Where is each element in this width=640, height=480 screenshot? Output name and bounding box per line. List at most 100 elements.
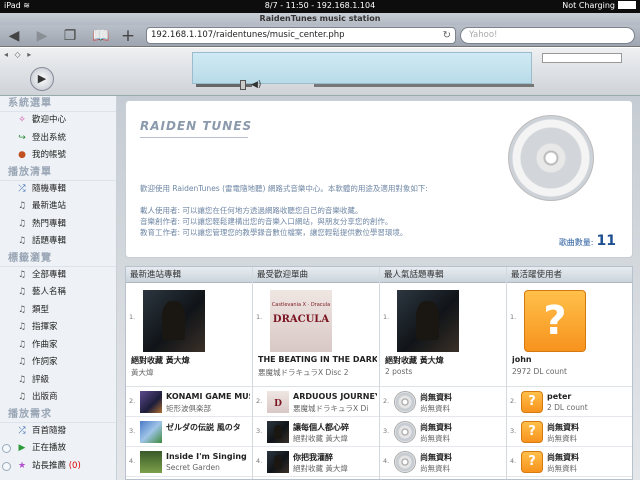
rank-number: 3. — [383, 427, 390, 435]
item-subtitle: 悪魔城ドラキュラX Di — [293, 404, 369, 413]
album-cover[interactable]: Castlevania X · Dracula DRACULA — [270, 290, 332, 352]
user-roles: 載人使用者: 可以讓您在任何地方透過網路收聽您自己的音樂收藏。 音樂創作者: 可… — [140, 205, 480, 238]
raidentunes-logo: RAIDEN TUNES — [140, 119, 253, 133]
sidebar-item[interactable]: ♫ 藝人名稱 — [0, 284, 116, 302]
sidebar-item[interactable]: ♫ 出版商 — [0, 389, 116, 407]
sidebar-item[interactable]: ♫ 指揮家 — [0, 319, 116, 337]
list-item[interactable]: 4. 尚無資料 尚無資料 — [380, 447, 506, 477]
sidebar-heading: 播放需求 — [0, 407, 116, 423]
sidebar-item[interactable]: ↪ 登出系統 — [0, 130, 116, 148]
sidebar-item-count: (0) — [66, 460, 81, 471]
list-item[interactable]: 4.? 尚無資料 尚無資料 — [507, 447, 632, 477]
album-cover[interactable]: D — [267, 391, 289, 413]
featured-item[interactable]: 1. 絕對收藏 黃大煒 2 posts — [380, 283, 506, 387]
sidebar-item[interactable]: ♫ 評級 — [0, 372, 116, 390]
item-title[interactable]: 尚無資料 — [420, 422, 504, 433]
bookmarks-icon[interactable]: 📖 — [92, 28, 109, 44]
item-title[interactable]: 尚無資料 — [547, 452, 632, 463]
item-title[interactable]: 你把我灌醉 — [293, 452, 377, 463]
expand-icon[interactable] — [2, 461, 11, 471]
sidebar-item[interactable]: ♫ 最新進站 — [0, 198, 116, 216]
rank-number: 3. — [256, 427, 263, 435]
item-title[interactable]: 讓每個人都心碎 — [293, 422, 377, 433]
list-item[interactable]: 3. ゼルダの伝説 風のタ — [126, 417, 252, 447]
sidebar-item[interactable]: ▶ 正在播放 — [0, 440, 116, 458]
player-mini-controls[interactable]: ◂ ◇ ▸ — [4, 50, 33, 59]
volume-icon: ◀) — [251, 80, 262, 90]
sidebar-item[interactable]: ♫ 作詞家 — [0, 354, 116, 372]
user-avatar[interactable]: ? — [521, 421, 543, 443]
list-item[interactable]: 2. D ARDUOUS JOURNEY 悪魔城ドラキュラX Di — [253, 387, 379, 417]
sidebar-item[interactable]: ⤮ 隨機專輯 — [0, 181, 116, 199]
album-cover[interactable] — [267, 421, 289, 443]
featured-item[interactable]: 1. Castlevania X · Dracula DRACULA THE BEAT… — [253, 283, 379, 387]
item-title[interactable]: peter — [547, 392, 632, 401]
item-title[interactable]: 尚無資料 — [420, 392, 504, 403]
player-search-input[interactable] — [542, 53, 622, 63]
list-item[interactable]: 2.? peter 2 DL count — [507, 387, 632, 417]
sidebar-item[interactable]: ✧ 歡迎中心 — [0, 112, 116, 130]
address-bar[interactable]: 192.168.1.107/raidentunes/music_center.p… — [146, 27, 456, 44]
list-item[interactable]: 2. KONAMI GAME MUSI 矩形波俱楽部 — [126, 387, 252, 417]
sidebar-heading: 播放清單 — [0, 165, 116, 181]
featured-item[interactable]: 1. 絕對收藏 黃大煒 黃大煒 — [126, 283, 252, 387]
sidebar-item[interactable]: ♫ 類型 — [0, 302, 116, 320]
user-avatar[interactable]: ? — [524, 290, 586, 352]
search-input[interactable]: Yahoo! — [460, 27, 635, 44]
album-cover[interactable] — [140, 391, 162, 413]
item-title[interactable]: ゼルダの伝説 風のタ — [166, 422, 250, 433]
item-title[interactable]: 尚無資料 — [547, 422, 632, 433]
user-avatar[interactable]: ? — [521, 391, 543, 413]
volume-knob[interactable] — [240, 80, 246, 90]
item-title[interactable]: 絕對收藏 黃大煒 — [385, 355, 504, 366]
rank-number: 3. — [510, 427, 517, 435]
ios-status-bar: iPad ≋ 8/7 - 11:50 - 192.168.1.104 Not C… — [0, 0, 640, 13]
user-avatar[interactable]: ? — [521, 451, 543, 473]
album-cover[interactable] — [140, 451, 162, 473]
sidebar-item[interactable]: ⤮ 百首隨撥 — [0, 423, 116, 441]
item-subtitle: 絕對收藏 黃大煒 — [293, 464, 348, 473]
item-title[interactable]: Inside I'm Singing — [166, 452, 250, 461]
list-item[interactable]: 3. 讓每個人都心碎 絕對收藏 黃大煒 — [253, 417, 379, 447]
progress-slider[interactable] — [314, 84, 534, 87]
browser-page-title: RaidenTunes music station — [0, 13, 640, 25]
item-title[interactable]: ARDUOUS JOURNEY — [293, 392, 377, 401]
song-count-label: 歌曲數量: — [558, 238, 594, 247]
album-cover[interactable] — [397, 290, 459, 352]
help-icon: ✧ — [18, 115, 26, 125]
list-item[interactable]: 3.? 尚無資料 尚無資料 — [507, 417, 632, 447]
list-item[interactable]: 4. Inside I'm Singing Secret Garden — [126, 447, 252, 477]
item-title[interactable]: 尚無資料 — [420, 452, 504, 463]
welcome-panel: RAIDEN TUNES 歡迎使用 RaidenTunes (雷電隨地聽) 網路… — [125, 100, 633, 258]
album-cover[interactable] — [143, 290, 205, 352]
sidebar-item[interactable]: ★ 站長推薦 (0) — [0, 458, 116, 476]
play-button[interactable]: ▶ — [30, 67, 54, 91]
play-icon: ▶ — [18, 443, 26, 453]
item-subtitle: 尚無資料 — [420, 404, 450, 413]
featured-item[interactable]: 1.? john 2972 DL count — [507, 283, 632, 387]
sidebar-item-label: 全部專輯 — [32, 269, 67, 280]
sidebar-item[interactable]: ♫ 全部專輯 — [0, 267, 116, 285]
back-icon[interactable]: ◀ — [6, 28, 22, 44]
list-item[interactable]: 3. 尚無資料 尚無資料 — [380, 417, 506, 447]
add-bookmark-icon[interactable]: + — [120, 28, 136, 45]
album-cover[interactable] — [267, 451, 289, 473]
list-item[interactable]: 4. 你把我灌醉 絕對收藏 黃大煒 — [253, 447, 379, 477]
expand-icon[interactable] — [2, 444, 11, 453]
forward-icon[interactable]: ▶ — [34, 28, 50, 44]
tabs-icon[interactable]: ❐ — [62, 28, 78, 44]
item-title[interactable]: 絕對收藏 黃大煒 — [131, 355, 250, 366]
sidebar-item[interactable]: ♫ 熱門專輯 — [0, 216, 116, 234]
rank-number: 3. — [129, 427, 136, 435]
item-title[interactable]: john — [512, 355, 632, 364]
sidebar-item[interactable]: ● 我的帳號 — [0, 147, 116, 165]
sidebar-item[interactable]: ♫ 作曲家 — [0, 337, 116, 355]
list-item[interactable]: 2. 尚無資料 尚無資料 — [380, 387, 506, 417]
reload-icon[interactable]: ↻ — [443, 28, 451, 43]
sidebar-item[interactable]: ♫ 話題專輯 — [0, 233, 116, 251]
album-cover[interactable] — [140, 421, 162, 443]
rank-number: 2. — [129, 397, 136, 405]
item-title[interactable]: KONAMI GAME MUSI — [166, 392, 250, 401]
music-note-icon: ♫ — [17, 322, 27, 332]
item-title[interactable]: THE BEATING IN THE DARKNE — [258, 355, 377, 364]
